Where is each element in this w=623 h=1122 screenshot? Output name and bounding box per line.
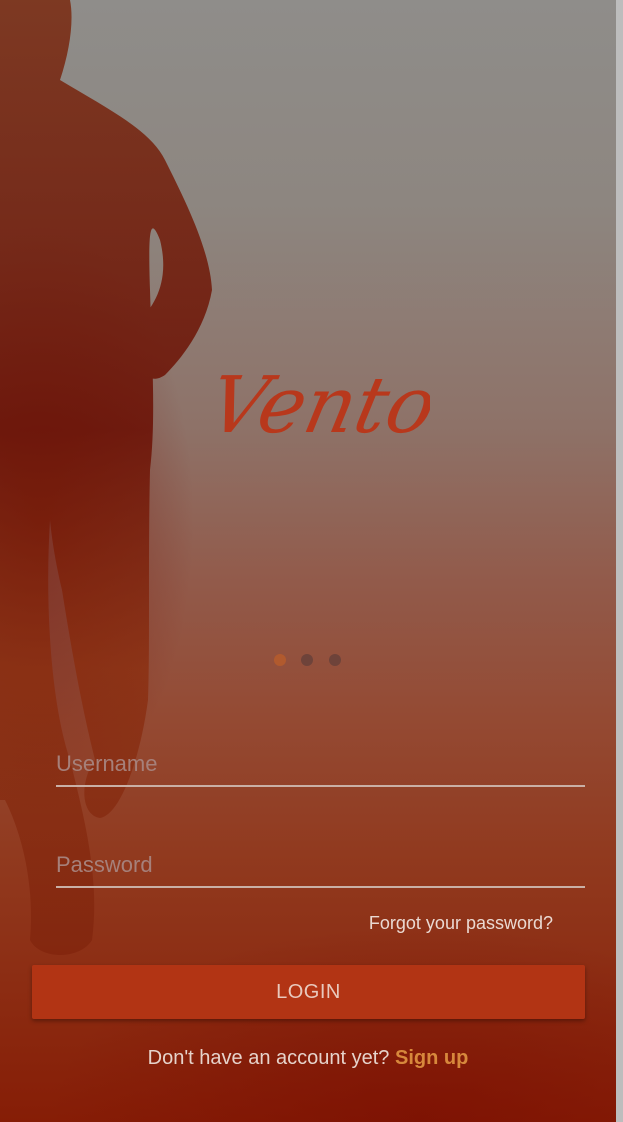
username-input[interactable] xyxy=(56,745,585,783)
carousel-dot[interactable] xyxy=(329,654,341,666)
runner-silhouette-image xyxy=(0,0,212,955)
window-edge xyxy=(616,0,623,1122)
login-button[interactable]: LOGIN xyxy=(32,965,585,1019)
signup-prompt-row: Don't have an account yet? Sign up xyxy=(0,1047,616,1070)
svg-text:Vento: Vento xyxy=(201,360,430,451)
forgot-password-link[interactable]: Forgot your password? xyxy=(369,913,553,934)
vento-logo: Vento xyxy=(201,360,430,451)
password-input[interactable] xyxy=(56,846,585,884)
password-field-wrapper xyxy=(56,846,585,888)
carousel-dot[interactable] xyxy=(301,654,313,666)
login-screen: Vento Forgot your password? LOGIN Don't … xyxy=(0,0,616,1122)
signup-link[interactable]: Sign up xyxy=(395,1047,468,1069)
signup-prompt-text: Don't have an account yet? xyxy=(147,1047,395,1069)
carousel-dot-active[interactable] xyxy=(274,654,286,666)
carousel-indicator xyxy=(274,654,354,668)
username-field-wrapper xyxy=(56,745,585,787)
